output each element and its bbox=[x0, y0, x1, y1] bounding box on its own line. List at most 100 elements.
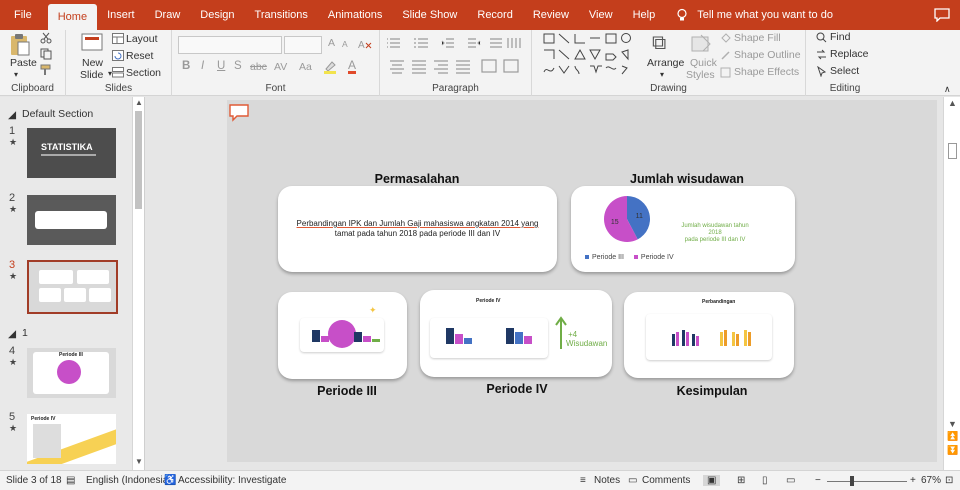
zoom-out-icon[interactable]: − bbox=[815, 475, 821, 486]
find-icon[interactable] bbox=[816, 32, 827, 43]
font-name-combobox[interactable] bbox=[178, 36, 282, 54]
slides-panel-scrollbar[interactable]: ▲ ▼ bbox=[132, 97, 144, 470]
slide-thumb-2[interactable] bbox=[27, 195, 116, 245]
section-1-toggle[interactable]: ◢ bbox=[8, 328, 16, 340]
shrink-font-button[interactable]: A bbox=[342, 39, 348, 49]
paste-dropdown-icon[interactable]: ▾ bbox=[14, 70, 18, 79]
collapse-ribbon-icon[interactable]: ∧ bbox=[944, 84, 951, 95]
layout-button[interactable]: Layout bbox=[126, 33, 158, 45]
tab-help[interactable]: Help bbox=[623, 0, 666, 30]
tab-transitions[interactable]: Transitions bbox=[245, 0, 318, 30]
normal-view-icon[interactable]: ▣ bbox=[703, 475, 721, 486]
arrange-icon[interactable]: ⧉ bbox=[652, 32, 666, 55]
reset-button[interactable]: Reset bbox=[126, 50, 153, 62]
bold-button[interactable]: B bbox=[182, 60, 190, 72]
tab-animations[interactable]: Animations bbox=[318, 0, 392, 30]
comments-icon[interactable] bbox=[934, 8, 950, 22]
replace-button[interactable]: Replace bbox=[830, 48, 869, 60]
slide-thumb-5[interactable]: Periode IV bbox=[27, 414, 116, 464]
select-button[interactable]: Select bbox=[830, 65, 859, 77]
font-color-button[interactable]: A bbox=[348, 59, 357, 74]
slide-thumb-4[interactable]: Periode III bbox=[27, 348, 116, 398]
next-slide-icon[interactable]: ⏬ bbox=[947, 445, 958, 456]
periode-iii-card[interactable]: ✦ bbox=[278, 292, 407, 379]
shape-effects-button[interactable]: Shape Effects bbox=[734, 66, 799, 78]
section-button[interactable]: Section bbox=[126, 67, 161, 79]
slideshow-view-icon[interactable]: ▭ bbox=[786, 475, 795, 486]
new-slide-label-1[interactable]: New bbox=[82, 57, 103, 69]
find-button[interactable]: Find bbox=[830, 31, 850, 43]
notes-button[interactable]: Notes bbox=[594, 475, 620, 486]
tab-home[interactable]: Home bbox=[47, 4, 98, 30]
accessibility-icon[interactable]: ♿ bbox=[164, 475, 176, 486]
shape-fill-button[interactable]: Shape Fill bbox=[734, 32, 781, 44]
quick-styles-icon[interactable] bbox=[690, 33, 712, 55]
shape-fill-icon[interactable] bbox=[720, 33, 731, 44]
fit-to-window-icon[interactable]: ⊡ bbox=[945, 475, 953, 486]
paste-label[interactable]: Paste bbox=[10, 57, 37, 69]
language-status[interactable]: English (Indonesia) bbox=[86, 475, 172, 486]
zoom-slider-thumb[interactable] bbox=[850, 476, 854, 486]
strikethrough-button[interactable]: abc bbox=[250, 61, 267, 73]
slide-canvas[interactable]: Permasalahan Perbandingan IPK dan Jumlah… bbox=[227, 100, 937, 462]
editor-scroll-down-icon[interactable]: ▼ bbox=[948, 419, 957, 429]
shapes-gallery-icon[interactable] bbox=[542, 32, 638, 78]
spelling-icon[interactable]: ▤ bbox=[66, 475, 75, 486]
clear-formatting-icon[interactable]: A bbox=[358, 38, 372, 50]
section-1-label[interactable]: 1 bbox=[22, 327, 28, 339]
tab-insert[interactable]: Insert bbox=[97, 0, 145, 30]
text-shadow-button[interactable]: S bbox=[234, 60, 242, 72]
tab-design[interactable]: Design bbox=[190, 0, 244, 30]
tab-draw[interactable]: Draw bbox=[145, 0, 191, 30]
arrange-button[interactable]: Arrange bbox=[647, 57, 684, 69]
copy-icon[interactable] bbox=[40, 48, 52, 60]
zoom-slider[interactable] bbox=[827, 481, 907, 482]
highlight-icon[interactable] bbox=[323, 60, 337, 74]
slide-sorter-icon[interactable]: ⊞ bbox=[737, 475, 745, 486]
paragraph-tools-icon[interactable] bbox=[386, 36, 526, 78]
notes-icon[interactable]: ≡ bbox=[580, 475, 586, 486]
new-slide-label-2[interactable]: Slide bbox=[80, 69, 103, 81]
comments-button[interactable]: Comments bbox=[642, 475, 690, 486]
select-icon[interactable] bbox=[816, 66, 827, 77]
change-case-button[interactable]: Aa bbox=[299, 61, 312, 73]
arrange-dropdown-icon[interactable]: ▾ bbox=[660, 70, 664, 79]
character-spacing-button[interactable]: AV bbox=[274, 61, 287, 73]
shape-effects-icon[interactable] bbox=[720, 67, 731, 78]
kesimpulan-card[interactable]: Perbandingan bbox=[624, 292, 794, 378]
editor-vertical-scrollbar[interactable]: ▲ ▼ ⏫ ⏬ bbox=[943, 97, 960, 470]
comments-status-icon[interactable]: ▭ bbox=[628, 475, 637, 486]
periode-iv-card[interactable]: Periode IV +4 Wisudawan bbox=[420, 290, 612, 377]
font-size-combobox[interactable] bbox=[284, 36, 322, 54]
tab-review[interactable]: Review bbox=[523, 0, 579, 30]
tell-me-box[interactable]: Tell me what you want to do bbox=[675, 0, 833, 30]
paste-icon[interactable] bbox=[9, 33, 31, 57]
previous-slide-icon[interactable]: ⏫ bbox=[947, 431, 958, 442]
slide-thumb-1[interactable]: STATISTIKA bbox=[27, 128, 116, 178]
shape-outline-button[interactable]: Shape Outline bbox=[734, 49, 801, 61]
zoom-level[interactable]: 67% bbox=[921, 475, 941, 486]
new-slide-icon[interactable] bbox=[80, 32, 104, 54]
tab-record[interactable]: Record bbox=[467, 0, 522, 30]
accessibility-status[interactable]: Accessibility: Investigate bbox=[178, 475, 286, 486]
editor-scroll-up-icon[interactable]: ▲ bbox=[948, 98, 957, 108]
slide-thumb-3[interactable] bbox=[27, 260, 118, 314]
panel-scroll-up-icon[interactable]: ▲ bbox=[135, 98, 143, 107]
quick-styles-label-2[interactable]: Styles bbox=[686, 69, 715, 81]
layout-icon[interactable] bbox=[112, 33, 124, 44]
shape-outline-icon[interactable] bbox=[720, 50, 731, 61]
quick-styles-label-1[interactable]: Quick bbox=[690, 57, 717, 69]
reset-icon[interactable] bbox=[112, 50, 124, 61]
permasalahan-card[interactable]: Perbandingan IPK dan Jumlah Gaji mahasis… bbox=[278, 186, 557, 272]
grow-font-button[interactable]: A bbox=[328, 37, 335, 49]
format-painter-icon[interactable] bbox=[40, 64, 52, 76]
reading-view-icon[interactable]: ▯ bbox=[762, 475, 768, 486]
tab-slide-show[interactable]: Slide Show bbox=[392, 0, 467, 30]
editor-scroll-thumb[interactable] bbox=[948, 143, 957, 159]
section-icon[interactable] bbox=[112, 67, 124, 78]
wisudawan-card[interactable]: 11 15 Periode III Periode IV Jumlah wisud… bbox=[571, 186, 795, 272]
underline-button[interactable]: U bbox=[217, 60, 225, 72]
italic-button[interactable]: I bbox=[201, 60, 204, 72]
section-default-toggle[interactable]: ◢ bbox=[8, 109, 16, 121]
comment-icon[interactable] bbox=[229, 104, 249, 122]
